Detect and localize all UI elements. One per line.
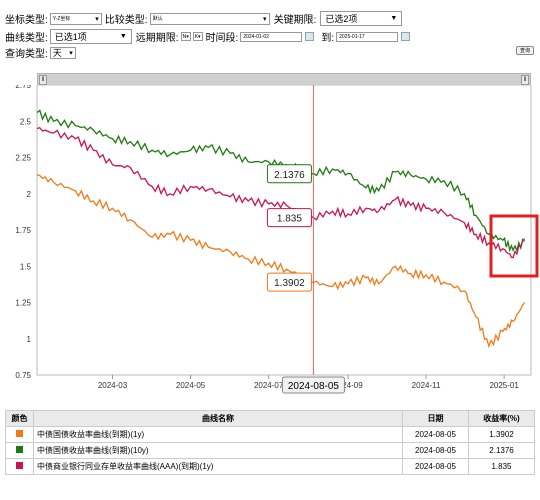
legend-header-row: 颜色 曲线名称 日期 收益率(%) xyxy=(5,410,535,427)
caret-down-icon: ▼ xyxy=(390,15,398,22)
key-term-value: 已选2项 xyxy=(325,14,358,24)
date-cell: 2024-08-05 xyxy=(402,442,469,459)
forward-term-label: 远期期限: xyxy=(135,33,179,44)
curve-type-value: 已选1项 xyxy=(54,32,87,42)
forward-k-value: K xyxy=(194,34,199,40)
color-swatch xyxy=(16,462,23,469)
table-row[interactable]: 中债国债收益率曲线(到期)(10y) 2024-08-05 2.1376 xyxy=(5,442,535,459)
query-type-select[interactable]: 天 ▾ xyxy=(49,46,76,59)
chevron-down-icon: ▾ xyxy=(69,49,73,57)
legend-header-date: 日期 xyxy=(402,410,469,427)
caret-down-icon: ▼ xyxy=(119,33,127,40)
key-term-label: 关键期限: xyxy=(273,15,317,26)
y-tick-label: 2.5 xyxy=(20,117,32,126)
legend-header-name: 曲线名称 xyxy=(33,410,403,427)
color-cell xyxy=(5,426,34,443)
forward-n-value: N xyxy=(182,34,187,40)
tooltip-value: 1.835 xyxy=(277,214,302,225)
y-tick-label: 2 xyxy=(27,190,32,199)
date-cell: 2024-08-05 xyxy=(402,458,469,475)
key-term-select[interactable]: 已选2项 ▼ xyxy=(320,11,403,26)
curve-name-cell: 中债国债收益率曲线(到期)(10y) xyxy=(33,442,403,459)
x-tick-label: 2024-11 xyxy=(412,381,441,390)
curve-type-label: 曲线类型: xyxy=(5,33,48,44)
y-axis: 2.75 2.5 2.25 2 1.75 1.5 1.25 1 0.75 xyxy=(15,85,31,380)
to-label: 到: xyxy=(321,33,335,44)
table-row[interactable]: 中债国债收益率曲线(到期)(1y) 2024-08-05 1.3902 xyxy=(5,426,535,443)
curve-name-cell: 中债国债收益率曲线(到期)(1y) xyxy=(33,426,403,443)
calendar-icon[interactable] xyxy=(401,32,411,41)
query-button[interactable]: 查询 xyxy=(516,46,534,55)
crosshair-date-text: 2024-08-05 xyxy=(288,381,340,392)
compare-type-label: 比较类型: xyxy=(104,15,148,26)
end-date-input[interactable]: 2025-01-17 xyxy=(336,31,399,42)
controls-row-2: 曲线类型: 已选1项 ▼ 远期期限: N ▾ K ▾ 时间段: 2024-01-02 … xyxy=(5,29,413,44)
query-type-value: 天 xyxy=(52,48,62,58)
compare-type-select[interactable]: 默认 ▾ xyxy=(149,12,270,25)
y-tick-label: 1.75 xyxy=(15,226,31,235)
coord-type-label: 坐标类型: xyxy=(5,15,48,26)
crosshair-date-label: 2024-08-05 xyxy=(281,376,345,394)
chevron-down-icon: ▾ xyxy=(95,15,99,23)
forward-n-select[interactable]: N ▾ xyxy=(180,32,191,41)
y-tick-label: 2.25 xyxy=(15,154,31,163)
y-tick-label: 0.75 xyxy=(15,371,31,380)
color-cell xyxy=(5,442,34,459)
tooltip-value: 1.3902 xyxy=(274,278,305,289)
plot-area xyxy=(36,85,532,376)
x-tick-label: 2025-01 xyxy=(489,381,519,390)
x-tick-label: 2024-05 xyxy=(176,381,206,390)
y-tick-label: 1.25 xyxy=(15,299,31,308)
y-tick-label: 1.5 xyxy=(20,262,32,271)
color-swatch xyxy=(16,430,23,437)
curve-name-cell: 中债商业银行同业存单收益率曲线(AAA)(到期)(1y) xyxy=(33,458,403,475)
scroll-right-handle[interactable]: ‖ xyxy=(521,75,529,85)
table-row[interactable]: 中债商业银行同业存单收益率曲线(AAA)(到期)(1y) 2024-08-05 … xyxy=(5,458,535,475)
value-cell: 1.835 xyxy=(468,458,535,475)
compare-type-value: 默认 xyxy=(152,16,163,22)
yield-chart[interactable]: 2.75 2.5 2.25 2 1.75 1.5 1.25 1 0.75 2024-03 2024… xyxy=(0,85,540,403)
calendar-icon[interactable] xyxy=(305,32,315,41)
y-tick-label: 1 xyxy=(27,335,32,344)
color-cell xyxy=(5,458,34,475)
color-swatch xyxy=(16,446,23,453)
forward-k-select[interactable]: K ▾ xyxy=(192,32,203,41)
date-cell: 2024-08-05 xyxy=(402,426,469,443)
period-label: 时间段: xyxy=(205,33,239,44)
controls-row-1: 坐标类型: Y-Z坐标 ▾ 比较类型: 默认 ▾ 关键期限: 已选2项 ▼ xyxy=(5,11,403,26)
controls-row-3: 查询类型: 天 ▾ xyxy=(5,45,76,60)
tooltip-value: 2.1376 xyxy=(274,170,305,181)
legend-table: 颜色 曲线名称 日期 收益率(%) 中债国债收益率曲线(到期)(1y) 2024… xyxy=(5,410,535,475)
coord-type-select[interactable]: Y-Z坐标 ▾ xyxy=(49,12,102,25)
legend-header-color: 颜色 xyxy=(5,410,34,427)
start-date-input[interactable]: 2024-01-02 xyxy=(240,31,303,42)
coord-type-value: Y-Z坐标 xyxy=(52,16,71,22)
value-cell: 1.3902 xyxy=(468,426,535,443)
legend-header-value: 收益率(%) xyxy=(468,410,535,427)
curve-type-select[interactable]: 已选1项 ▼ xyxy=(49,29,132,44)
y-tick-label: 2.75 xyxy=(15,85,31,90)
x-tick-label: 2024-07 xyxy=(254,381,284,390)
chevron-down-icon: ▾ xyxy=(263,15,267,23)
value-cell: 2.1376 xyxy=(468,442,535,459)
scroll-left-handle[interactable]: ‖ xyxy=(39,75,47,85)
query-type-label: 查询类型: xyxy=(5,49,48,60)
x-tick-label: 2024-03 xyxy=(98,381,128,390)
